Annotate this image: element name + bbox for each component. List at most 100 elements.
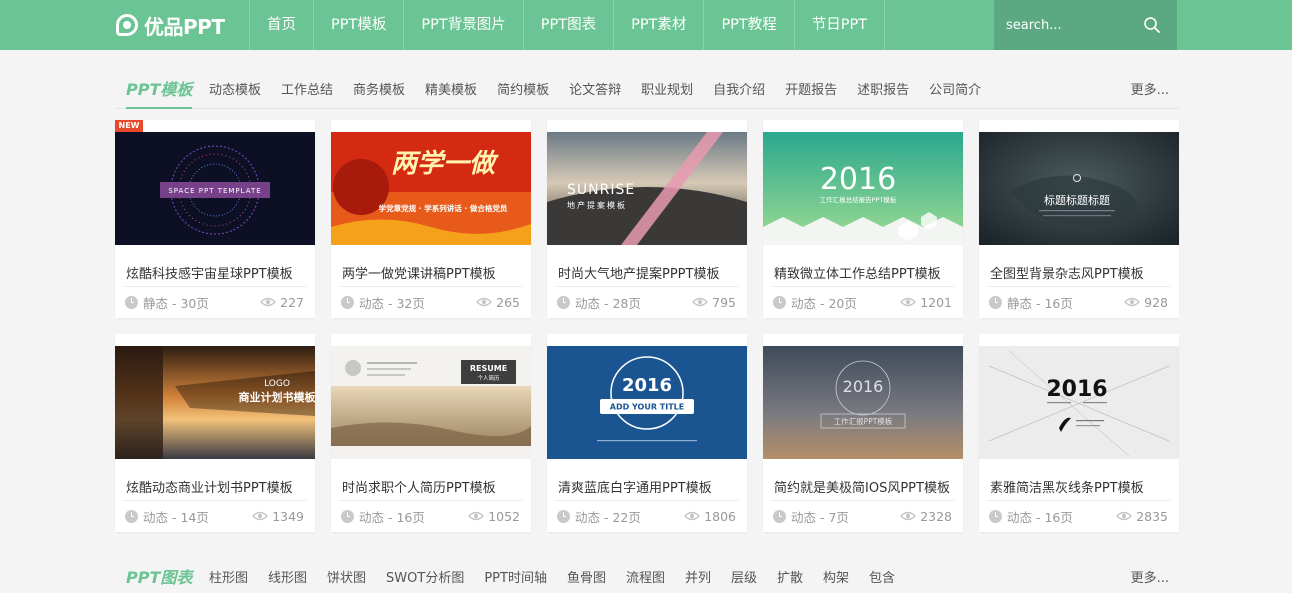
card-thumbnail[interactable]: 标题标题标题 <box>979 132 1179 245</box>
top-navbar: 优品PPT 首页 PPT模板 PPT背景图片 PPT图表 PPT素材 PPT教程… <box>0 0 1292 50</box>
eye-icon <box>900 511 917 521</box>
template-card[interactable]: 标题标题标题 全图型背景杂志风PPT模板 静态 - 16页 928 <box>979 120 1179 318</box>
nav-item-ppt-backgrounds[interactable]: PPT背景图片 <box>403 0 522 50</box>
view-count: 795 <box>712 294 736 310</box>
section-header-charts: PPT图表 柱形图 线形图 饼状图 SWOT分析图 PPT时间轴 鱼骨图 流程图… <box>116 561 1179 593</box>
card-meta: 静态 - 16页 <box>989 294 1073 311</box>
card-thumbnail[interactable]: 2016 工作汇报PPT模板 <box>763 346 963 459</box>
thumb-sub: 地产提案模板 <box>567 200 627 210</box>
tag-timeline[interactable]: PPT时间轴 <box>484 561 547 593</box>
more-link-templates[interactable]: 更多... <box>1131 73 1169 109</box>
card-title[interactable]: 全图型背景杂志风PPT模板 <box>990 263 1144 282</box>
tag-thesis-defense[interactable]: 论文答辩 <box>569 73 621 109</box>
card-title[interactable]: 炫酷动态商业计划书PPT模板 <box>126 477 293 496</box>
thumb-text: 标题标题标题 <box>1044 193 1110 207</box>
thumb-text: 2016 <box>1046 377 1107 402</box>
card-thumbnail[interactable]: 2016 <box>979 346 1179 459</box>
template-card[interactable]: 2016 工作汇报总结报告PPT模板 精致微立体工作总结PPT模板 动态 - 2… <box>763 120 963 318</box>
template-card[interactable]: 两学一做 学党章党规 · 学系列讲话 · 做合格党员 两学一做党课讲稿PPT模板… <box>331 120 531 318</box>
search-box <box>994 0 1177 50</box>
tag-swot[interactable]: SWOT分析图 <box>386 561 464 593</box>
tag-pie-chart[interactable]: 饼状图 <box>327 561 366 593</box>
tag-company-profile[interactable]: 公司简介 <box>929 73 981 109</box>
tag-parallel[interactable]: 并列 <box>685 561 711 593</box>
eye-icon <box>468 511 485 521</box>
card-thumbnail[interactable]: LOGO 商业计划书模板 <box>115 346 315 459</box>
template-card[interactable]: LOGO 商业计划书模板 炫酷动态商业计划书PPT模板 动态 - 14页 134… <box>115 334 315 532</box>
tag-work-report[interactable]: 述职报告 <box>857 73 909 109</box>
template-card[interactable]: 2016 素雅简洁黑灰线条PPT模板 动态 - 16页 2835 <box>979 334 1179 532</box>
card-thumbnail[interactable]: RESUME 个人简历 <box>331 346 531 459</box>
card-title[interactable]: 清爽蓝底白字通用PPT模板 <box>558 477 712 496</box>
card-meta: 动态 - 32页 <box>341 294 425 311</box>
template-card[interactable]: 2016 ADD YOUR TITLE 清爽蓝底白字通用PPT模板 动态 - 2… <box>547 334 747 532</box>
card-thumbnail[interactable]: SUNRISE 地产提案模板 <box>547 132 747 245</box>
view-count: 1806 <box>704 508 736 524</box>
logo-text: 优品PPT <box>144 14 225 39</box>
card-title[interactable]: 精致微立体工作总结PPT模板 <box>774 263 941 282</box>
tag-business-templates[interactable]: 商务模板 <box>353 73 405 109</box>
card-title[interactable]: 素雅简洁黑灰线条PPT模板 <box>990 477 1144 496</box>
card-meta: 动态 - 20页 <box>773 294 857 311</box>
section-title-charts[interactable]: PPT图表 <box>126 561 192 593</box>
nav-item-ppt-templates[interactable]: PPT模板 <box>313 0 403 50</box>
tag-opening-report[interactable]: 开题报告 <box>785 73 837 109</box>
thumb-text: RESUME <box>470 364 507 373</box>
section-tags-charts: 柱形图 线形图 饼状图 SWOT分析图 PPT时间轴 鱼骨图 流程图 并列 层级… <box>209 561 915 593</box>
tag-bar-chart[interactable]: 柱形图 <box>209 561 248 593</box>
clock-icon <box>125 295 138 309</box>
tag-inclusion[interactable]: 包含 <box>869 561 895 593</box>
tag-work-summary[interactable]: 工作总结 <box>281 73 333 109</box>
nav-item-holiday-ppt[interactable]: 节日PPT <box>793 0 886 50</box>
tag-line-chart[interactable]: 线形图 <box>268 561 307 593</box>
tag-structure[interactable]: 构架 <box>823 561 849 593</box>
template-card[interactable]: SPACE PPT TEMPLATE NEW 炫酷科技感宇宙星球PPT模板 静态… <box>115 120 315 318</box>
more-link-charts[interactable]: 更多... <box>1131 561 1169 593</box>
tag-diffusion[interactable]: 扩散 <box>777 561 803 593</box>
thumb-sub: 工作汇报PPT模板 <box>834 416 893 426</box>
tag-fishbone[interactable]: 鱼骨图 <box>567 561 606 593</box>
template-card[interactable]: 2016 工作汇报PPT模板 简约就是美极简IOS风PPT模板 动态 - 7页 … <box>763 334 963 532</box>
card-title[interactable]: 两学一做党课讲稿PPT模板 <box>342 263 496 282</box>
card-title[interactable]: 时尚大气地产提案PPPT模板 <box>558 263 719 282</box>
clock-icon <box>125 509 138 523</box>
tag-simple-templates[interactable]: 简约模板 <box>497 73 549 109</box>
clock-icon <box>557 295 570 309</box>
card-views: 2835 <box>1116 508 1168 524</box>
thumb-sub: 学党章党规 · 学系列讲话 · 做合格党员 <box>379 203 508 213</box>
section-title-templates[interactable]: PPT模板 <box>126 73 193 109</box>
nav-item-home[interactable]: 首页 <box>249 0 313 50</box>
search-input[interactable] <box>994 17 1134 33</box>
site-logo[interactable]: 优品PPT <box>116 0 225 50</box>
main-nav: 首页 PPT模板 PPT背景图片 PPT图表 PPT素材 PPT教程 节日PPT <box>249 0 886 50</box>
card-divider <box>987 500 1171 501</box>
new-badge: NEW <box>115 120 143 132</box>
tag-hierarchy[interactable]: 层级 <box>731 561 757 593</box>
template-card[interactable]: SUNRISE 地产提案模板 时尚大气地产提案PPPT模板 动态 - 28页 7… <box>547 120 747 318</box>
card-meta-text: 动态 - 16页 <box>1007 509 1073 525</box>
eye-icon <box>692 297 709 307</box>
tag-self-intro[interactable]: 自我介绍 <box>713 73 765 109</box>
tag-career-planning[interactable]: 职业规划 <box>641 73 693 109</box>
tag-dynamic-templates[interactable]: 动态模板 <box>209 73 261 109</box>
card-meta: 动态 - 22页 <box>557 508 641 525</box>
view-count: 2835 <box>1136 508 1168 524</box>
card-thumbnail[interactable]: 2016 工作汇报总结报告PPT模板 <box>763 132 963 245</box>
eye-icon <box>260 297 277 307</box>
nav-item-ppt-materials[interactable]: PPT素材 <box>613 0 703 50</box>
nav-item-ppt-tutorials[interactable]: PPT教程 <box>703 0 793 50</box>
card-thumbnail[interactable]: SPACE PPT TEMPLATE <box>115 132 315 245</box>
nav-item-ppt-charts[interactable]: PPT图表 <box>522 0 613 50</box>
card-thumbnail[interactable]: 2016 ADD YOUR TITLE <box>547 346 747 459</box>
search-icon[interactable] <box>1143 16 1161 34</box>
view-count: 227 <box>280 294 304 310</box>
card-meta: 动态 - 28页 <box>557 294 641 311</box>
tag-flowchart[interactable]: 流程图 <box>626 561 665 593</box>
card-title[interactable]: 简约就是美极简IOS风PPT模板 <box>774 477 950 496</box>
card-title[interactable]: 时尚求职个人简历PPT模板 <box>342 477 496 496</box>
tag-fine-templates[interactable]: 精美模板 <box>425 73 477 109</box>
card-thumbnail[interactable]: 两学一做 学党章党规 · 学系列讲话 · 做合格党员 <box>331 132 531 245</box>
template-card[interactable]: RESUME 个人简历 时尚求职个人简历PPT模板 动态 - 16页 1052 <box>331 334 531 532</box>
card-divider <box>123 500 307 501</box>
card-title[interactable]: 炫酷科技感宇宙星球PPT模板 <box>126 263 293 282</box>
